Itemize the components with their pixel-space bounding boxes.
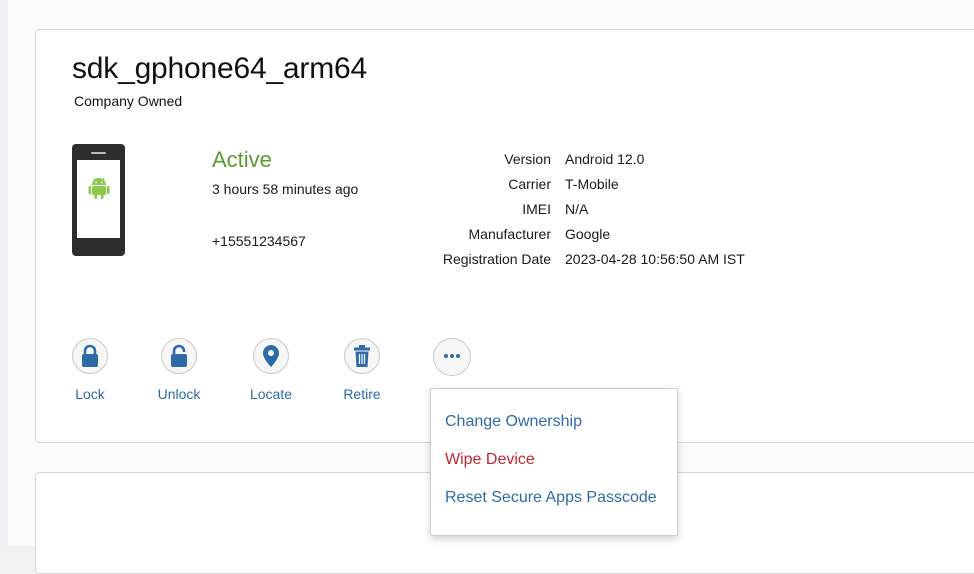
android-phone-icon: [72, 144, 125, 256]
more-dots-icon: [444, 354, 460, 358]
detail-value: T-Mobile: [565, 176, 619, 192]
detail-label: IMEI: [522, 201, 551, 217]
detail-label: Version: [504, 151, 551, 167]
trash-icon: [354, 345, 370, 367]
detail-value: 2023-04-28 10:56:50 AM IST: [565, 251, 745, 267]
unlock-label: Unlock: [157, 386, 201, 402]
lock-button[interactable]: Lock: [55, 338, 125, 402]
ownership-label: Company Owned: [74, 93, 183, 109]
locate-label: Locate: [249, 386, 293, 402]
unlock-button[interactable]: Unlock: [144, 338, 214, 402]
retire-label: Retire: [343, 386, 381, 402]
device-summary-card: sdk_gphone64_arm64 Company Owned Active …: [35, 29, 974, 443]
detail-value: Google: [565, 226, 611, 242]
more-actions-menu: Change Ownership Wipe Device Reset Secur…: [430, 388, 678, 536]
retire-button[interactable]: Retire: [327, 338, 397, 402]
left-rail: [0, 0, 8, 546]
detail-value: N/A: [565, 201, 589, 217]
detail-label: Carrier: [508, 176, 551, 192]
menu-item-wipe-device[interactable]: Wipe Device: [445, 451, 535, 469]
detail-label: Manufacturer: [468, 226, 551, 242]
lock-label: Lock: [75, 386, 105, 402]
menu-item-reset-secure-apps-passcode[interactable]: Reset Secure Apps Passcode: [445, 489, 657, 507]
last-seen: 3 hours 58 minutes ago: [212, 181, 359, 197]
detail-label: Registration Date: [442, 251, 551, 267]
menu-item-change-ownership[interactable]: Change Ownership: [445, 413, 582, 431]
device-name: sdk_gphone64_arm64: [72, 52, 367, 85]
android-robot-icon: [88, 177, 110, 199]
device-status: Active: [212, 147, 272, 172]
unlock-icon: [171, 344, 187, 367]
more-actions-button[interactable]: [433, 338, 471, 376]
lock-icon: [82, 344, 98, 367]
phone-number: +15551234567: [212, 233, 306, 249]
location-pin-icon: [263, 345, 279, 367]
locate-button[interactable]: Locate: [236, 338, 306, 402]
detail-value: Android 12.0: [565, 151, 645, 167]
